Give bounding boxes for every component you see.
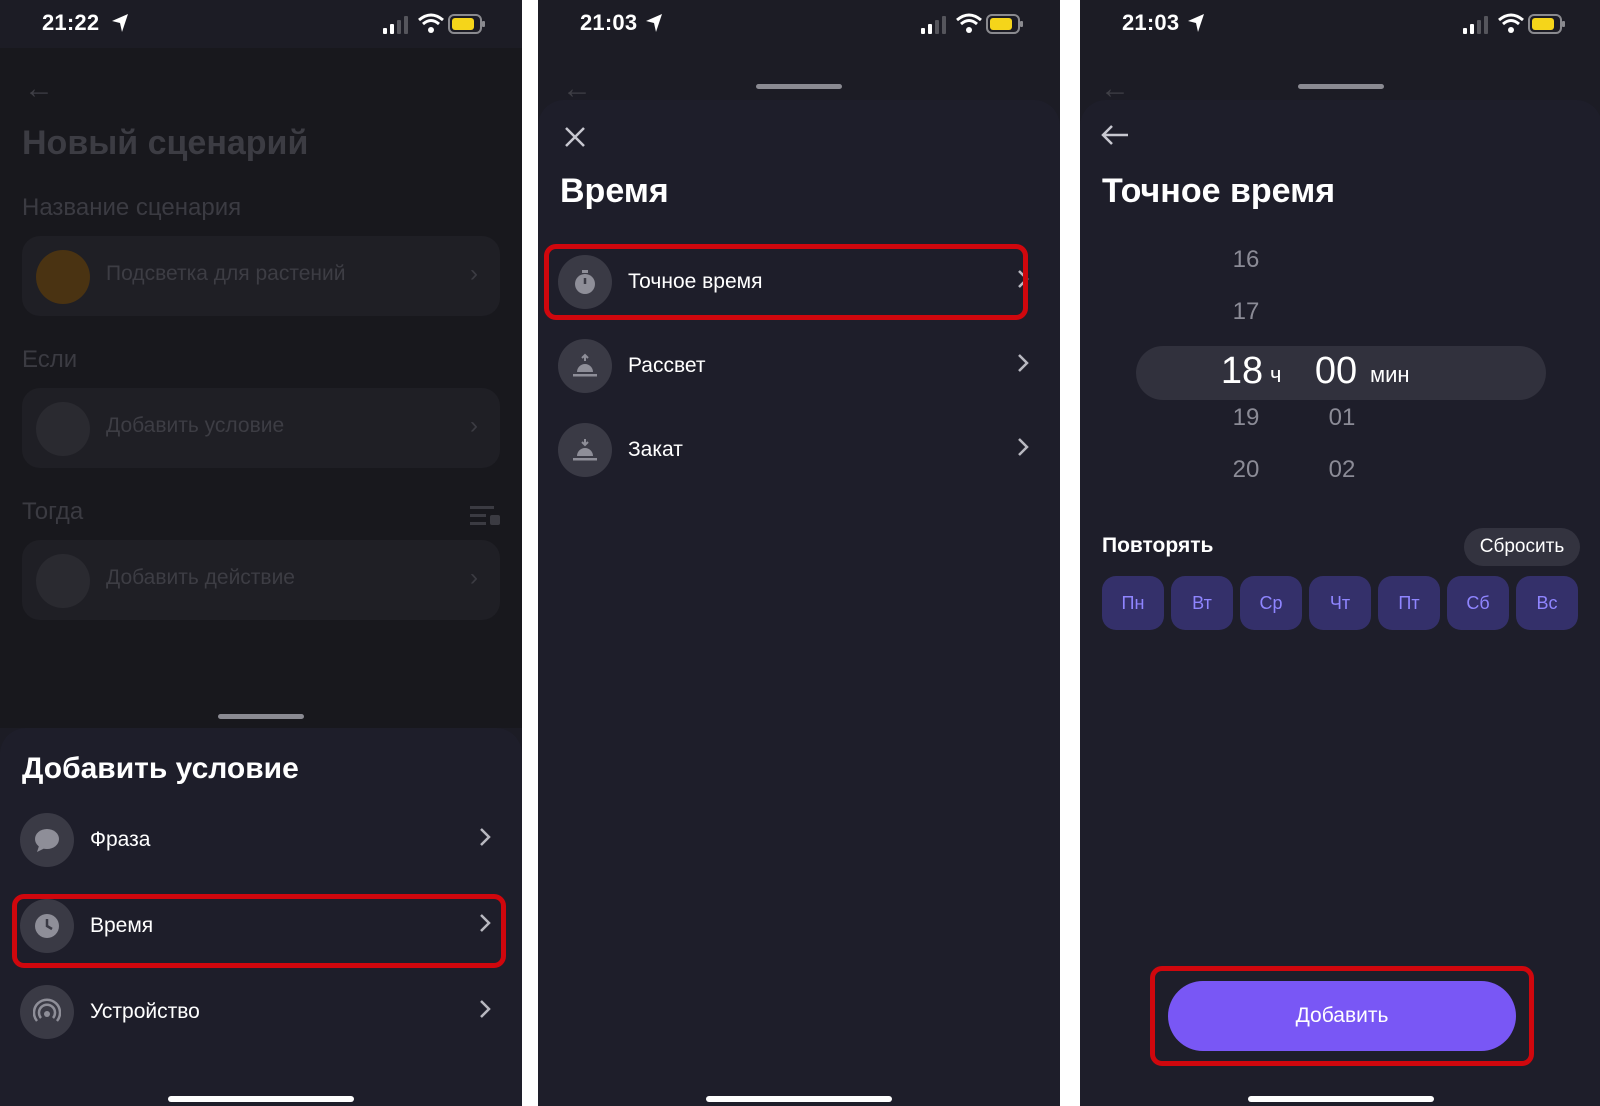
day-toggle-mon[interactable]: Пн bbox=[1102, 576, 1164, 630]
status-bar: 21:22 bbox=[0, 0, 522, 48]
highlight-frame-add-button bbox=[1150, 966, 1534, 1066]
time-item-label: Закат bbox=[628, 438, 683, 461]
hour-option[interactable]: 20 bbox=[1216, 456, 1276, 484]
add-action-card: Добавить действие › bbox=[22, 540, 500, 620]
minute-option[interactable]: 01 bbox=[1312, 404, 1372, 432]
chevron-right-icon bbox=[1018, 354, 1029, 372]
status-bar: 21:03 bbox=[538, 0, 1060, 48]
wifi-icon bbox=[1498, 13, 1524, 33]
list-settings-icon bbox=[470, 506, 500, 525]
play-icon bbox=[36, 402, 90, 456]
hour-option[interactable]: 16 bbox=[1216, 246, 1276, 274]
location-arrow-icon bbox=[646, 14, 662, 32]
highlight-frame-exact-time bbox=[544, 244, 1028, 320]
hour-unit: ч bbox=[1270, 362, 1282, 387]
day-toggle-sat[interactable]: Сб bbox=[1447, 576, 1509, 630]
add-condition-label: Добавить условие bbox=[106, 414, 285, 437]
sunrise-icon bbox=[558, 339, 612, 393]
day-toggle-wed[interactable]: Ср bbox=[1240, 576, 1302, 630]
location-arrow-icon bbox=[1188, 14, 1204, 32]
location-arrow-icon bbox=[112, 14, 128, 32]
back-arrow-icon: ← bbox=[24, 72, 54, 105]
condition-item-phrase[interactable]: Фраза bbox=[20, 808, 502, 872]
chevron-right-icon bbox=[480, 828, 491, 846]
minute-unit: мин bbox=[1370, 362, 1410, 387]
chevron-right-icon: › bbox=[470, 412, 478, 439]
screen-exact-time: 21:03 ← Точное время 16 17 18 ч 00 мин 1… bbox=[1080, 0, 1600, 1106]
time-item-label: Рассвет bbox=[628, 354, 706, 377]
action-icon bbox=[36, 554, 90, 608]
dimmed-scenario-screen: ← Новый сценарий Название сценария Подсв… bbox=[0, 48, 522, 728]
time-item-sunrise[interactable]: Рассвет bbox=[558, 334, 1040, 398]
scenario-name-value: Подсветка для растений bbox=[106, 262, 346, 285]
home-indicator bbox=[1248, 1096, 1434, 1102]
sheet-grabber[interactable] bbox=[218, 714, 304, 719]
add-condition-card: Добавить условие › bbox=[22, 388, 500, 468]
sunset-icon bbox=[558, 423, 612, 477]
day-toggle-thu[interactable]: Чт bbox=[1309, 576, 1371, 630]
hour-option[interactable]: 19 bbox=[1216, 404, 1276, 432]
scenario-name-card: Подсветка для растений › bbox=[22, 236, 500, 316]
day-toggle-sun[interactable]: Вс bbox=[1516, 576, 1578, 630]
close-icon[interactable] bbox=[564, 126, 586, 148]
cellular-signal-icon bbox=[921, 16, 946, 34]
day-toggle-tue[interactable]: Вт bbox=[1171, 576, 1233, 630]
scenario-name-label: Название сценария bbox=[22, 194, 242, 221]
home-indicator bbox=[168, 1096, 354, 1102]
status-bar: 21:03 bbox=[1080, 0, 1600, 48]
battery-icon bbox=[1528, 14, 1565, 34]
sheet-grabber[interactable] bbox=[1298, 84, 1384, 89]
home-icon bbox=[36, 250, 90, 304]
add-action-label: Добавить действие bbox=[106, 566, 295, 589]
condition-item-label: Устройство bbox=[90, 1000, 200, 1023]
scenario-title: Новый сценарий bbox=[22, 124, 309, 162]
back-arrow-icon[interactable] bbox=[1100, 124, 1130, 146]
cellular-signal-icon bbox=[1463, 16, 1488, 34]
screen-add-condition: 21:22 ← Новый сценарий Название сценария… bbox=[0, 0, 522, 1106]
device-signal-icon bbox=[20, 985, 74, 1039]
status-time: 21:03 bbox=[580, 10, 638, 35]
condition-item-label: Фраза bbox=[90, 828, 151, 851]
wifi-icon bbox=[956, 13, 982, 33]
time-item-sunset[interactable]: Закат bbox=[558, 418, 1040, 482]
hour-selected[interactable]: 18 bbox=[1212, 350, 1272, 393]
wifi-icon bbox=[418, 13, 444, 33]
reset-button[interactable]: Сбросить bbox=[1464, 528, 1580, 566]
chevron-right-icon: › bbox=[470, 260, 478, 287]
if-section-label: Если bbox=[22, 346, 78, 373]
minute-selected[interactable]: 00 bbox=[1306, 350, 1366, 393]
exact-time-sheet: Точное время 16 17 18 ч 00 мин 19 01 20 … bbox=[1080, 100, 1600, 1106]
sheet-title: Время bbox=[560, 172, 669, 210]
day-toggle-fri[interactable]: Пт bbox=[1378, 576, 1440, 630]
sheet-grabber[interactable] bbox=[756, 84, 842, 89]
status-time: 21:22 bbox=[42, 10, 100, 35]
chat-bubble-icon bbox=[20, 813, 74, 867]
home-indicator bbox=[706, 1096, 892, 1102]
sheet-title: Точное время bbox=[1102, 172, 1336, 210]
then-section-label: Тогда bbox=[22, 498, 84, 525]
highlight-frame-time bbox=[12, 894, 506, 968]
battery-icon bbox=[448, 14, 485, 34]
add-condition-sheet: Добавить условие Фраза Время Устройство bbox=[0, 728, 522, 1106]
chevron-right-icon: › bbox=[470, 564, 478, 591]
chevron-right-icon bbox=[1018, 438, 1029, 456]
cellular-signal-icon bbox=[383, 16, 408, 34]
sheet-title: Добавить условие bbox=[22, 752, 299, 785]
status-time: 21:03 bbox=[1122, 10, 1180, 35]
chevron-right-icon bbox=[480, 1000, 491, 1018]
hour-option[interactable]: 17 bbox=[1216, 298, 1276, 326]
condition-item-device[interactable]: Устройство bbox=[20, 980, 502, 1044]
repeat-label: Повторять bbox=[1102, 534, 1214, 557]
battery-icon bbox=[986, 14, 1023, 34]
minute-option[interactable]: 02 bbox=[1312, 456, 1372, 484]
screen-time-types: 21:03 ← Время Точное время Рассвет Закат bbox=[538, 0, 1060, 1106]
time-types-sheet: Время Точное время Рассвет Закат bbox=[538, 100, 1060, 1106]
